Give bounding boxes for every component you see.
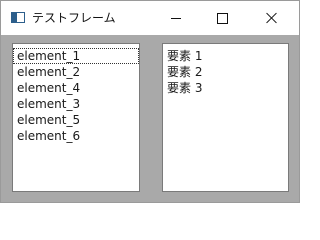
app-window: テストフレーム element_1 element_2 element_4 el…: [0, 0, 300, 203]
list-item[interactable]: element_6: [13, 128, 139, 144]
list-item[interactable]: 要素 3: [163, 80, 288, 96]
list-item[interactable]: element_4: [13, 80, 139, 96]
minimize-button[interactable]: [153, 1, 199, 35]
japanese-element-listbox[interactable]: 要素 1 要素 2 要素 3: [162, 43, 289, 192]
list-item[interactable]: element_5: [13, 112, 139, 128]
maximize-icon: [216, 12, 228, 24]
close-icon: [266, 12, 278, 24]
list-item[interactable]: 要素 1: [163, 48, 288, 64]
title-bar[interactable]: テストフレーム: [1, 1, 299, 35]
app-window-icon: [11, 12, 25, 23]
maximize-button[interactable]: [199, 1, 245, 35]
list-item[interactable]: element_3: [13, 96, 139, 112]
client-area: element_1 element_2 element_4 element_3 …: [1, 35, 299, 202]
list-item[interactable]: element_1: [13, 48, 139, 64]
close-button[interactable]: [249, 1, 295, 35]
list-item[interactable]: 要素 2: [163, 64, 288, 80]
element-listbox[interactable]: element_1 element_2 element_4 element_3 …: [12, 43, 140, 192]
window-title: テストフレーム: [32, 11, 116, 25]
list-item[interactable]: element_2: [13, 64, 139, 80]
minimize-icon: [171, 17, 181, 19]
